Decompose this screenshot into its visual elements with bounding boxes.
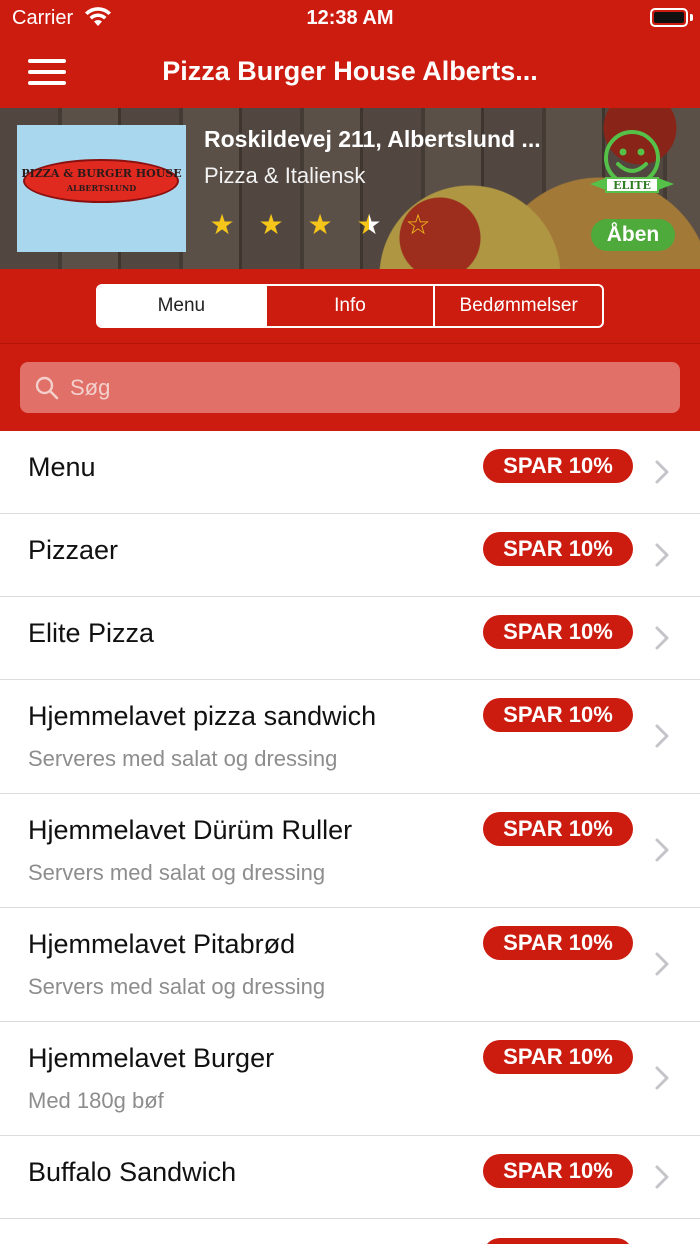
- category-name: Pizzaer: [28, 535, 119, 565]
- rating-stars: ★ ★ ★ ★ ☆: [204, 208, 449, 241]
- category-name: Hjemmelavet pizza sandwich: [28, 701, 377, 731]
- tab-info[interactable]: Info: [264, 286, 434, 326]
- category-description: Servers med salat og dressing: [28, 860, 326, 885]
- tab-bar: Menu Info Bedømmelser: [0, 269, 700, 344]
- status-bar: Carrier 12:38 AM: [0, 0, 700, 36]
- restaurant-info: Roskildevej 211, Albertslund ... Pizza &…: [204, 126, 564, 189]
- star-icon: ★: [307, 209, 333, 240]
- chevron-right-icon: [655, 543, 669, 567]
- hamburger-menu-icon[interactable]: [22, 54, 72, 90]
- category-name: Buffalo Sandwich: [28, 1157, 237, 1187]
- search-input[interactable]: [70, 362, 660, 413]
- category-description: Med 180g bøf: [28, 1088, 164, 1113]
- open-status-badge: Åben: [591, 219, 675, 251]
- restaurant-address: Roskildevej 211, Albertslund ...: [204, 126, 541, 152]
- tab-menu[interactable]: Menu: [98, 286, 265, 326]
- discount-badge: SPAR 10%: [483, 698, 633, 732]
- discount-badge: SPAR 10%: [483, 1040, 633, 1074]
- restaurant-logo: PIZZA & BURGER HOUSE ALBERTSLUND: [17, 125, 186, 252]
- search-box[interactable]: [20, 362, 680, 413]
- restaurant-category: Pizza & Italiensk: [204, 163, 366, 188]
- star-icon: ★: [258, 209, 284, 240]
- category-name: Hjemmelavet Pitabrød: [28, 929, 296, 959]
- category-name: Elite Pizza: [28, 618, 155, 648]
- discount-badge: SPAR 10%: [483, 926, 633, 960]
- discount-badge: SPAR 10%: [483, 532, 633, 566]
- list-item[interactable]: Buffalo Sandwich SPAR 10%: [0, 1136, 700, 1219]
- discount-badge: SPAR 10%: [483, 449, 633, 483]
- discount-badge: SPAR 10%: [483, 1154, 633, 1188]
- page-title: Pizza Burger House Alberts...: [162, 56, 538, 86]
- list-item[interactable]: Hjemmelavet Pitabrød Servers med salat o…: [0, 908, 700, 1022]
- app-screen: Carrier 12:38 AM Pizza Burger House Albe…: [0, 0, 700, 1244]
- chevron-right-icon: [655, 1066, 669, 1090]
- search-bar: [0, 344, 700, 431]
- next-discount-badge-partial: [483, 1238, 633, 1244]
- star-icon: ★: [209, 209, 235, 240]
- clock: 12:38 AM: [306, 7, 394, 29]
- chevron-right-icon: [655, 626, 669, 650]
- navigation-bar: Pizza Burger House Alberts...: [0, 36, 700, 108]
- empty-star-icon: ☆: [405, 209, 431, 240]
- category-description: Serveres med salat og dressing: [28, 746, 338, 771]
- half-star-icon: ★: [351, 208, 387, 241]
- segmented-control: Menu Info Bedømmelser: [96, 284, 604, 328]
- chevron-right-icon: [655, 460, 669, 484]
- list-item[interactable]: Menu SPAR 10%: [0, 431, 700, 514]
- restaurant-header: PIZZA & BURGER HOUSE ALBERTSLUND Roskild…: [0, 108, 700, 269]
- logo-text: PIZZA & BURGER HOUSE: [21, 167, 182, 180]
- chevron-right-icon: [655, 838, 669, 862]
- list-item[interactable]: Hjemmelavet Dürüm Ruller Servers med sal…: [0, 794, 700, 908]
- menu-category-list: Menu SPAR 10% Pizzaer SPAR 10% Elite Piz…: [0, 431, 700, 1219]
- chevron-right-icon: [655, 724, 669, 748]
- logo-subtext: ALBERTSLUND: [66, 183, 137, 193]
- search-icon: [35, 376, 59, 400]
- list-item[interactable]: Pizzaer SPAR 10%: [0, 514, 700, 597]
- category-name: Hjemmelavet Dürüm Ruller: [28, 815, 353, 845]
- chevron-right-icon: [655, 1165, 669, 1189]
- category-name: Hjemmelavet Burger: [28, 1043, 275, 1073]
- elite-label: ELITE: [613, 179, 651, 192]
- category-description: Servers med salat og dressing: [28, 974, 326, 999]
- category-name: Menu: [28, 452, 96, 482]
- discount-badge: SPAR 10%: [483, 812, 633, 846]
- elite-smiley-icon: ELITE: [590, 130, 674, 193]
- list-item[interactable]: Hjemmelavet pizza sandwich Serveres med …: [0, 680, 700, 794]
- battery-icon: [650, 8, 688, 27]
- discount-badge: SPAR 10%: [483, 615, 633, 649]
- tab-reviews[interactable]: Bedømmelser: [433, 286, 602, 326]
- list-item[interactable]: Hjemmelavet Burger Med 180g bøf SPAR 10%: [0, 1022, 700, 1136]
- list-item[interactable]: Elite Pizza SPAR 10%: [0, 597, 700, 680]
- battery-cap: [690, 14, 693, 21]
- chevron-right-icon: [655, 952, 669, 976]
